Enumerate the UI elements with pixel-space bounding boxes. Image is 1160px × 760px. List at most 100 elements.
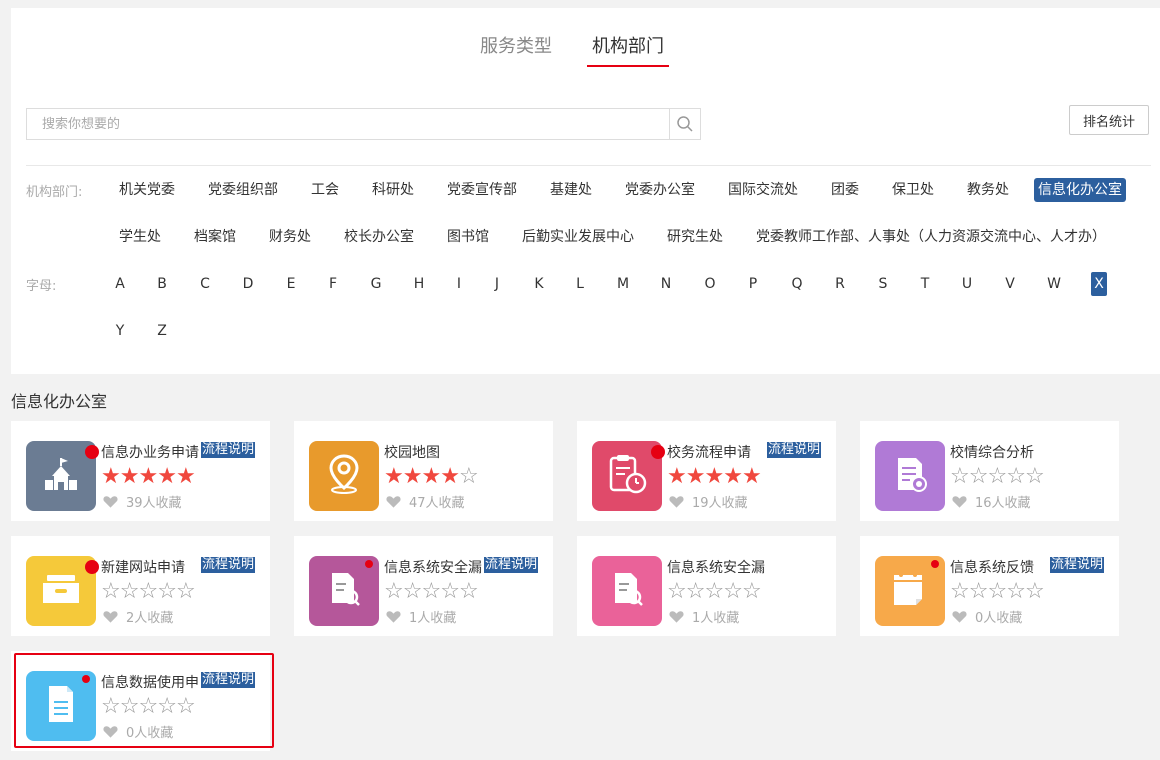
department-chip[interactable]: 图书馆 — [443, 225, 493, 249]
service-title[interactable]: 校情综合分析 — [950, 442, 1050, 462]
service-title[interactable]: 信息系统安全漏 — [667, 557, 767, 577]
service-title[interactable]: 新建网站申请 — [101, 557, 201, 577]
department-chip[interactable]: 党委教师工作部、人事处（人力资源交流中心、人才办） — [752, 225, 1110, 249]
favorite-count[interactable]: 0人收藏 — [103, 722, 173, 741]
letter-e[interactable]: E — [283, 272, 299, 296]
department-chip[interactable]: 党委组织部 — [204, 178, 282, 202]
department-chip[interactable]: 科研处 — [368, 178, 418, 202]
letter-l[interactable]: L — [572, 272, 588, 296]
service-card[interactable]: 信息系统反馈 流程说明 ☆☆☆☆☆ 0人收藏 — [860, 536, 1119, 636]
department-chip[interactable]: 研究生处 — [663, 225, 727, 249]
department-chip[interactable]: 党委办公室 — [621, 178, 699, 202]
flow-description-link[interactable]: 流程说明 — [201, 557, 256, 573]
favorite-count[interactable]: 1人收藏 — [386, 607, 456, 626]
letter-j[interactable]: J — [489, 272, 505, 296]
department-chip[interactable]: 财务处 — [265, 225, 315, 249]
letter-o[interactable]: O — [702, 272, 718, 296]
department-chip[interactable]: 后勤实业发展中心 — [518, 225, 638, 249]
letter-w[interactable]: W — [1046, 272, 1062, 296]
flow-description-link[interactable]: 流程说明 — [201, 442, 256, 458]
department-chip[interactable]: 党委宣传部 — [443, 178, 521, 202]
letter-p[interactable]: P — [745, 272, 761, 296]
letter-b[interactable]: B — [154, 272, 170, 296]
department-chip[interactable]: 团委 — [827, 178, 863, 202]
service-icon-tile[interactable] — [309, 441, 379, 511]
service-icon-tile[interactable] — [26, 556, 99, 626]
service-title[interactable]: 信息系统安全漏 — [384, 557, 484, 577]
service-icon-tile[interactable] — [26, 441, 99, 511]
star-icon: ☆ — [1024, 579, 1045, 604]
letter-t[interactable]: T — [917, 272, 933, 296]
search-input[interactable] — [27, 109, 672, 139]
service-icon-tile[interactable] — [592, 441, 665, 511]
letter-c[interactable]: C — [197, 272, 213, 296]
search-button[interactable] — [669, 109, 700, 139]
rank-statistics-button[interactable]: 排名统计 — [1069, 105, 1149, 135]
department-chip[interactable]: 教务处 — [963, 178, 1013, 202]
favorite-count-label: 0人收藏 — [126, 726, 174, 741]
service-icon-tile[interactable] — [875, 556, 945, 626]
department-chip[interactable]: 校长办公室 — [340, 225, 418, 249]
department-chip[interactable]: 国际交流处 — [724, 178, 802, 202]
letter-n[interactable]: N — [658, 272, 674, 296]
department-chip[interactable]: 工会 — [307, 178, 343, 202]
favorite-count[interactable]: 39人收藏 — [103, 492, 182, 511]
department-chip[interactable]: 学生处 — [115, 225, 165, 249]
service-title[interactable]: 校务流程申请 — [667, 442, 767, 462]
department-chip[interactable]: 机关党委 — [115, 178, 179, 202]
tab-organization[interactable]: 机构部门 — [587, 32, 669, 67]
letter-f[interactable]: F — [325, 272, 341, 296]
service-title[interactable]: 信息办业务申请 — [101, 442, 201, 462]
letter-h[interactable]: H — [411, 272, 427, 296]
favorite-count[interactable]: 2人收藏 — [103, 607, 173, 626]
service-card[interactable]: 校务流程申请 流程说明 ★★★★★ 19人收藏 — [577, 421, 836, 521]
letter-s[interactable]: S — [875, 272, 891, 296]
service-icon-tile[interactable] — [592, 556, 662, 626]
department-chip[interactable]: 信息化办公室 — [1034, 178, 1126, 202]
flow-description-link[interactable]: 流程说明 — [767, 442, 822, 458]
service-card[interactable]: 新建网站申请 流程说明 ☆☆☆☆☆ 2人收藏 — [11, 536, 270, 636]
department-chip[interactable]: 保卫处 — [888, 178, 938, 202]
letter-x[interactable]: X — [1091, 272, 1107, 296]
flow-description-link[interactable]: 流程说明 — [201, 672, 256, 688]
service-card[interactable]: 信息数据使用申 流程说明 ☆☆☆☆☆ 0人收藏 — [11, 651, 270, 751]
department-chip[interactable]: 基建处 — [546, 178, 596, 202]
star-rating: ☆☆☆☆☆ — [950, 579, 1045, 604]
letter-z[interactable]: Z — [154, 319, 170, 343]
service-card[interactable]: 信息办业务申请 流程说明 ★★★★★ 39人收藏 — [11, 421, 270, 521]
letter-q[interactable]: Q — [789, 272, 805, 296]
department-chip[interactable]: 档案馆 — [190, 225, 240, 249]
letter-m[interactable]: M — [615, 272, 631, 296]
star-rating: ★★★★★ — [101, 465, 196, 489]
favorite-count[interactable]: 1人收藏 — [669, 607, 739, 626]
flow-description-link[interactable]: 流程说明 — [1050, 557, 1105, 573]
letter-a[interactable]: A — [112, 272, 128, 296]
service-title[interactable]: 信息系统反馈 — [950, 557, 1050, 577]
favorite-count[interactable]: 47人收藏 — [386, 492, 465, 511]
letter-i[interactable]: I — [451, 272, 467, 296]
favorite-count-label: 2人收藏 — [126, 611, 174, 626]
letter-k[interactable]: K — [531, 272, 547, 296]
service-card[interactable]: 信息系统安全漏 ☆☆☆☆☆ 1人收藏 — [577, 536, 836, 636]
service-card[interactable]: 校情综合分析 ☆☆☆☆☆ 16人收藏 — [860, 421, 1119, 521]
service-icon-tile[interactable] — [309, 556, 379, 626]
service-card[interactable]: 信息系统安全漏 流程说明 ☆☆☆☆☆ 1人收藏 — [294, 536, 553, 636]
flow-description-link[interactable]: 流程说明 — [484, 557, 539, 573]
letter-g[interactable]: G — [368, 272, 384, 296]
letter-y[interactable]: Y — [112, 319, 128, 343]
service-card[interactable]: 校园地图 ★★★★☆ 47人收藏 — [294, 421, 553, 521]
favorite-count[interactable]: 19人收藏 — [669, 492, 748, 511]
favorite-count[interactable]: 0人收藏 — [952, 607, 1022, 626]
service-icon-tile[interactable] — [26, 671, 96, 741]
letter-d[interactable]: D — [240, 272, 256, 296]
favorite-count[interactable]: 16人收藏 — [952, 492, 1031, 511]
letter-r[interactable]: R — [832, 272, 848, 296]
service-icon-tile[interactable] — [875, 441, 945, 511]
letter-u[interactable]: U — [959, 272, 975, 296]
tab-service-type[interactable]: 服务类型 — [480, 32, 552, 64]
service-title[interactable]: 校园地图 — [384, 442, 484, 462]
favorite-count-label: 1人收藏 — [692, 611, 740, 626]
letter-v[interactable]: V — [1002, 272, 1018, 296]
heart-icon — [103, 610, 118, 623]
service-title[interactable]: 信息数据使用申 — [101, 672, 201, 692]
